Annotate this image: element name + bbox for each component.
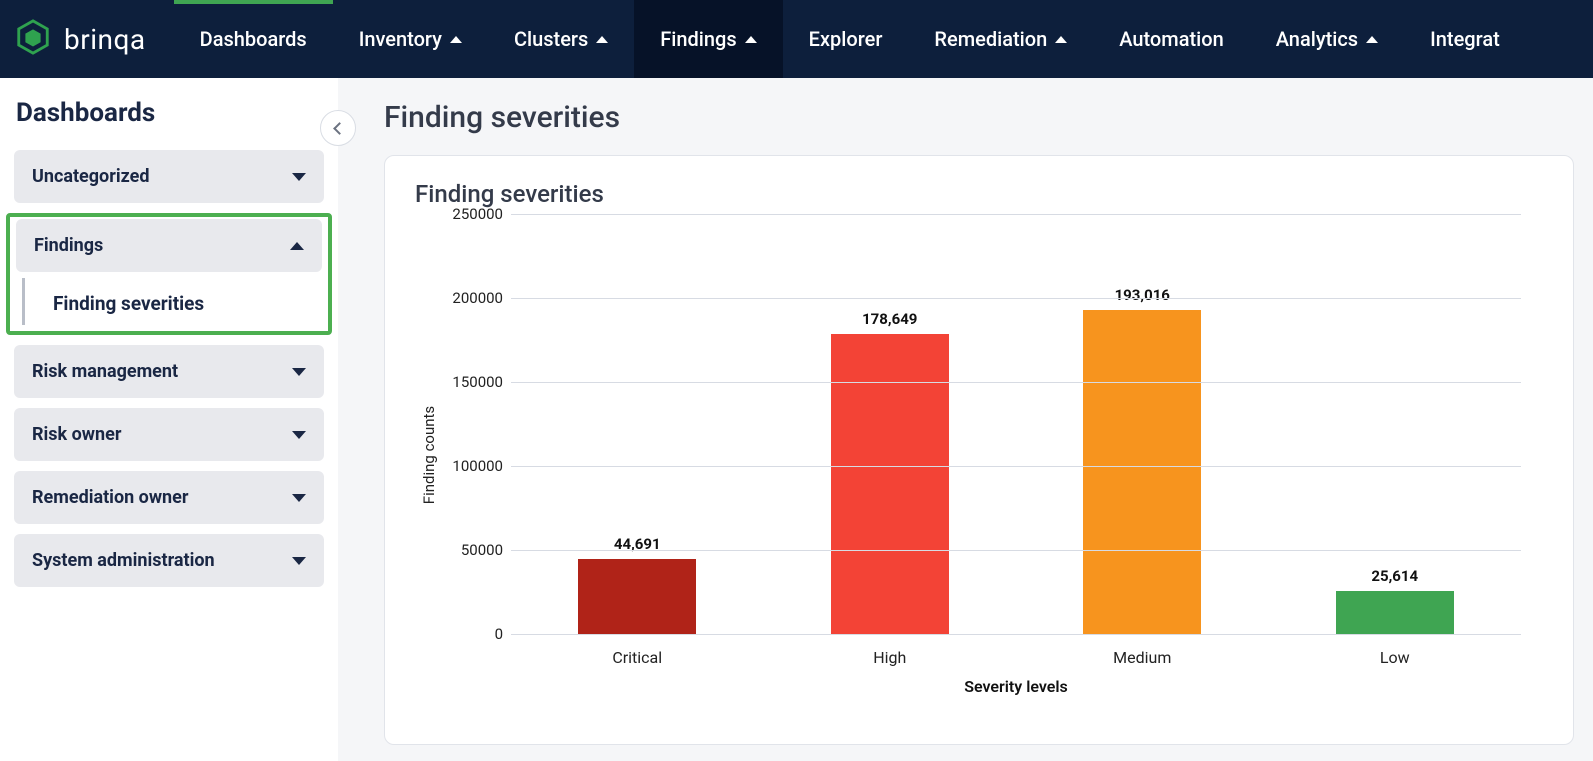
sidebar-group-system-administration[interactable]: System administration: [14, 534, 324, 587]
sidebar-group-risk-owner[interactable]: Risk owner: [14, 408, 324, 461]
nav-item-automation[interactable]: Automation: [1093, 0, 1250, 78]
bar: [831, 334, 949, 634]
bar: [578, 559, 696, 634]
sidebar-group-findings[interactable]: Findings: [16, 219, 322, 272]
chevron-up-icon: [1366, 36, 1378, 43]
nav-item-remediation[interactable]: Remediation: [908, 0, 1093, 78]
sidebar: Dashboards Uncategorized Findings Finding …: [0, 78, 338, 761]
sidebar-group-remediation-owner[interactable]: Remediation owner: [14, 471, 324, 524]
y-tick-label: 0: [433, 625, 503, 643]
bar-value-label: 25,614: [1371, 567, 1418, 585]
x-tick-label: Medium: [1016, 648, 1269, 667]
chevron-up-icon: [450, 36, 462, 43]
x-axis-label: Severity levels: [511, 677, 1521, 696]
y-axis-label: Finding counts: [420, 406, 438, 504]
x-tick-label: Low: [1269, 648, 1522, 667]
sidebar-group-label: Risk management: [32, 361, 178, 382]
bar-value-label: 193,016: [1115, 286, 1170, 304]
x-tick-label: High: [764, 648, 1017, 667]
chevron-down-icon: [292, 557, 306, 565]
y-tick-label: 100000: [433, 457, 503, 475]
chart-bar-high[interactable]: 178,649: [764, 214, 1017, 634]
chart-bar-low[interactable]: 25,614: [1269, 214, 1522, 634]
y-tick-label: 200000: [433, 289, 503, 307]
nav-item-analytics[interactable]: Analytics: [1250, 0, 1404, 78]
chart-gridline: [511, 550, 1521, 551]
nav-item-label: Clusters: [514, 27, 588, 51]
chart-gridline: [511, 634, 1521, 635]
chart-bar-medium[interactable]: 193,016: [1016, 214, 1269, 634]
sidebar-item-finding-severities[interactable]: Finding severities: [22, 278, 326, 325]
x-tick-label: Critical: [511, 648, 764, 667]
nav-item-label: Automation: [1119, 27, 1224, 51]
nav-item-explorer[interactable]: Explorer: [783, 0, 909, 78]
chart: Finding counts 44,691178,649193,01625,61…: [435, 214, 1545, 696]
nav-item-dashboards[interactable]: Dashboards: [174, 0, 333, 78]
chevron-up-icon: [290, 242, 304, 250]
sidebar-group-uncategorized[interactable]: Uncategorized: [14, 150, 324, 203]
sidebar-group-label: Uncategorized: [32, 166, 149, 187]
chevron-down-icon: [292, 431, 306, 439]
chart-plot-area: 44,691178,649193,01625,614 0500001000001…: [511, 214, 1521, 634]
sidebar-group-label: System administration: [32, 550, 215, 571]
chevron-up-icon: [596, 36, 608, 43]
nav-item-label: Remediation: [934, 27, 1047, 51]
chart-gridline: [511, 382, 1521, 383]
hexagon-icon: [14, 18, 52, 61]
chart-title: Finding severities: [415, 180, 1545, 208]
brand-logo[interactable]: brinqa: [0, 18, 174, 61]
bar: [1083, 310, 1201, 634]
nav-item-label: Inventory: [359, 27, 442, 51]
chart-card: Finding severities Finding counts 44,691…: [384, 155, 1574, 745]
sidebar-title: Dashboards: [14, 98, 324, 128]
nav-item-label: Explorer: [809, 27, 883, 51]
chart-bar-critical[interactable]: 44,691: [511, 214, 764, 634]
chevron-down-icon: [292, 173, 306, 181]
nav-item-inventory[interactable]: Inventory: [333, 0, 488, 78]
main-content: Finding severities Finding severities Fi…: [338, 78, 1593, 761]
chart-gridline: [511, 214, 1521, 215]
sidebar-highlight-frame: Findings Finding severities: [6, 213, 332, 335]
y-tick-label: 50000: [433, 541, 503, 559]
page-title: Finding severities: [384, 100, 1593, 135]
chevron-down-icon: [292, 494, 306, 502]
chevron-up-icon: [1055, 36, 1067, 43]
nav-item-label: Findings: [660, 27, 736, 51]
sidebar-group-label: Risk owner: [32, 424, 121, 445]
chevron-left-icon: [333, 122, 346, 135]
nav-item-integrat[interactable]: Integrat: [1404, 0, 1526, 78]
collapse-sidebar-button[interactable]: [320, 110, 356, 146]
chevron-down-icon: [292, 368, 306, 376]
sidebar-group-risk-management[interactable]: Risk management: [14, 345, 324, 398]
nav-item-label: Dashboards: [200, 27, 307, 51]
sidebar-group-label: Findings: [34, 235, 103, 256]
chart-gridline: [511, 298, 1521, 299]
y-tick-label: 150000: [433, 373, 503, 391]
bar: [1336, 591, 1454, 634]
brand-name: brinqa: [64, 23, 146, 56]
sidebar-group-label: Remediation owner: [32, 487, 188, 508]
bar-value-label: 178,649: [862, 310, 917, 328]
top-nav: brinqa Dashboards Inventory Clusters Findin…: [0, 0, 1593, 78]
chart-gridline: [511, 466, 1521, 467]
chevron-up-icon: [745, 36, 757, 43]
nav-item-findings[interactable]: Findings: [634, 0, 782, 78]
nav-item-clusters[interactable]: Clusters: [488, 0, 634, 78]
y-tick-label: 250000: [433, 205, 503, 223]
nav-item-label: Analytics: [1276, 27, 1358, 51]
nav-item-label: Integrat: [1430, 27, 1500, 51]
